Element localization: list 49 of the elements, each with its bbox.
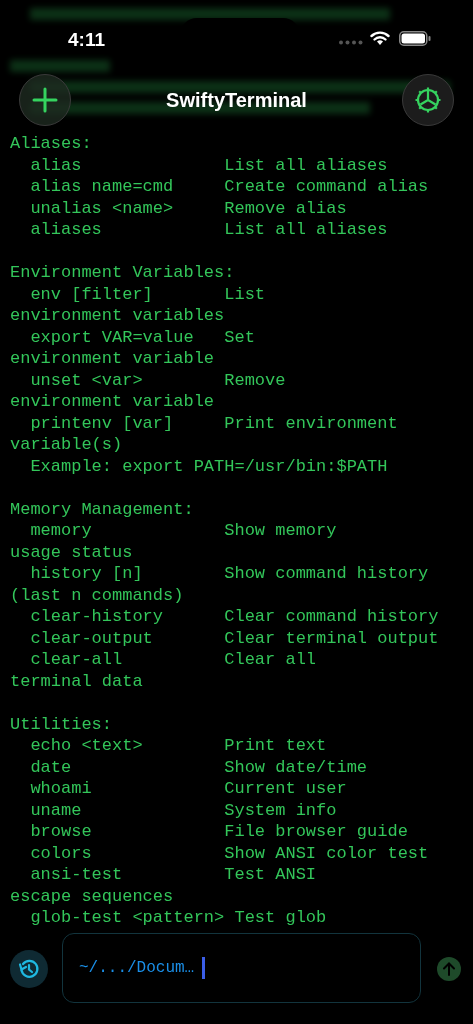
text-cursor (202, 957, 206, 979)
plus-icon (32, 87, 58, 113)
terminal-line: clear-all Clear all (29, 649, 317, 671)
terminal-line: usage status (10, 541, 133, 563)
terminal-line: memory Show memory (29, 520, 337, 542)
add-button[interactable] (19, 74, 71, 126)
terminal-line: escape sequences (10, 885, 174, 907)
terminal-line: glob-test <pattern> Test glob (29, 907, 327, 929)
terminal-line: history [n] Show command history (29, 563, 429, 585)
terminal-line: browse File browser guide (29, 821, 408, 843)
terminal-line: uname System info (29, 799, 337, 821)
terminal-line: environment variable (10, 348, 215, 370)
terminal-line: terminal data (10, 670, 143, 692)
terminal-line: (last n commands) (10, 584, 184, 606)
signal-icon (339, 40, 363, 45)
terminal-line: export VAR=value Set (29, 326, 255, 348)
arrow-up-icon (442, 962, 456, 976)
terminal-line: alias name=cmd Create command alias (29, 176, 429, 198)
terminal-line: environment variables (10, 305, 225, 327)
status-time: 4:11 (68, 28, 105, 52)
terminal-line: env [filter] List (29, 283, 266, 305)
terminal-line: variable(s) (10, 434, 123, 456)
terminal-line: Utilities: (10, 713, 113, 735)
app-title: SwiftyTerminal (166, 88, 307, 113)
terminal-line: colors Show ANSI color test (29, 842, 429, 864)
terminal-line: echo <text> Print text (29, 735, 327, 757)
terminal-line: unset <var> Remove (29, 369, 286, 391)
terminal-line: clear-history Clear command history (29, 606, 439, 628)
terminal-line: ansi-test Test ANSI (29, 864, 317, 886)
settings-button[interactable] (402, 74, 454, 126)
settings-icon (413, 85, 443, 115)
terminal-line: aliases List all aliases (29, 219, 388, 241)
wifi-icon (370, 31, 390, 46)
terminal-line: printenv [var] Print environment (29, 412, 398, 434)
terminal-line: Aliases: (10, 133, 92, 155)
terminal-line: clear-output Clear terminal output (29, 627, 439, 649)
command-input-field[interactable]: ~/.../Docum… (62, 933, 421, 1003)
terminal-line: Memory Management: (10, 498, 194, 520)
terminal-line: Environment Variables: (10, 262, 235, 284)
terminal-line: date Show date/time (29, 756, 368, 778)
terminal-line: whoami Current user (29, 778, 347, 800)
history-icon (17, 957, 41, 981)
terminal-line: Example: export PATH=/usr/bin:$PATH (29, 455, 388, 477)
terminal-line: alias List all aliases (29, 154, 388, 176)
path-prompt: ~/.../Docum… (79, 958, 195, 979)
history-button[interactable] (10, 950, 48, 988)
battery-icon (399, 31, 431, 46)
terminal-line: environment variable (10, 391, 215, 413)
terminal-line: unalias <name> Remove alias (29, 197, 347, 219)
